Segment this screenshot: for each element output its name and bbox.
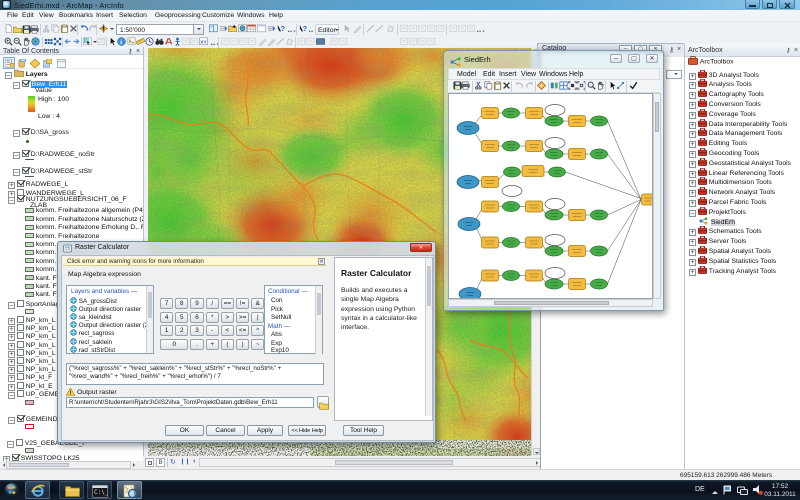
svg-text:C:\_: C:\_ bbox=[94, 489, 108, 496]
svg-text:?: ? bbox=[281, 24, 286, 33]
svg-text:?: ? bbox=[303, 24, 308, 33]
svg-text:!: ! bbox=[69, 391, 71, 396]
svg-text:i: i bbox=[120, 39, 122, 46]
svg-text:XY: XY bbox=[200, 40, 207, 46]
